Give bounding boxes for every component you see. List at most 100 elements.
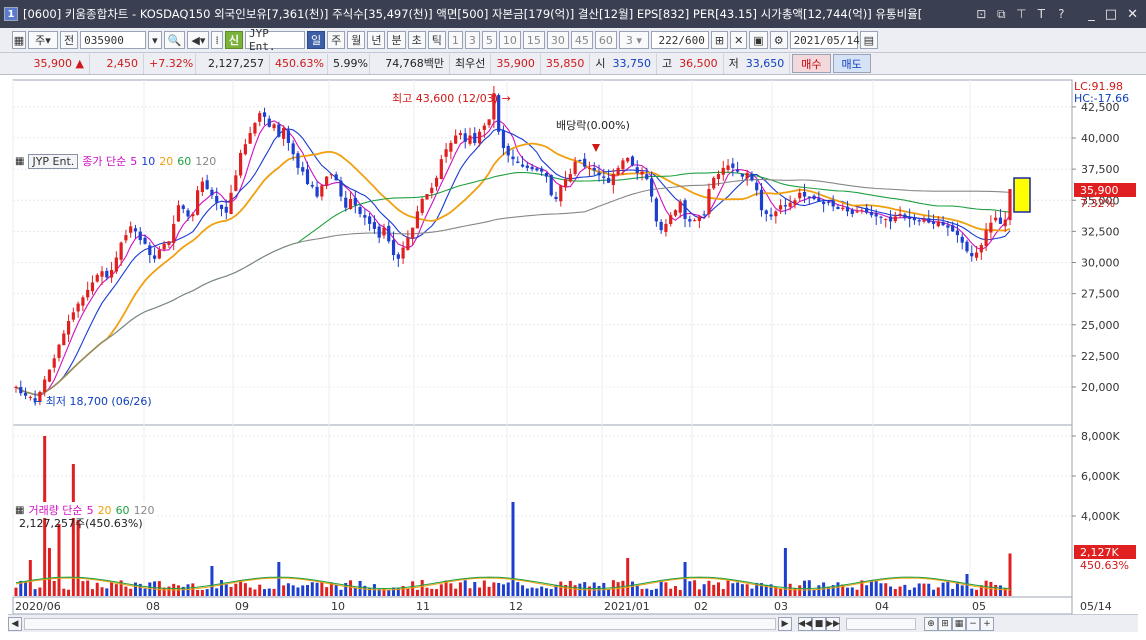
fast-forward-icon[interactable]: ▶▶ bbox=[826, 616, 840, 631]
minute-option-10[interactable]: 10 bbox=[498, 31, 521, 49]
volume-bar bbox=[951, 588, 955, 596]
tab-period-minute[interactable]: 분 bbox=[387, 31, 406, 49]
calendar-icon[interactable]: ▤ bbox=[859, 31, 878, 49]
stock-legend-name[interactable]: JYP Ent. bbox=[28, 153, 79, 169]
time-label: 05/14 bbox=[1080, 600, 1112, 613]
volume-bar bbox=[716, 582, 720, 596]
tab-period-month[interactable]: 월 bbox=[347, 31, 366, 49]
volume-bar bbox=[272, 588, 276, 596]
sell-button[interactable]: 매도 bbox=[832, 54, 871, 73]
candle-body bbox=[826, 201, 831, 203]
time-label: 10 bbox=[331, 600, 345, 613]
market-type-select[interactable]: 주 ▾ bbox=[28, 31, 58, 49]
stop-icon[interactable]: ■ bbox=[812, 616, 826, 631]
candle-body bbox=[927, 218, 931, 223]
font-icon[interactable]: T bbox=[1034, 7, 1048, 22]
add-indicator-icon[interactable]: ⊞ bbox=[710, 31, 729, 49]
candle-body bbox=[879, 216, 883, 218]
volume-menu-icon[interactable]: ▦ bbox=[15, 505, 24, 516]
gear-icon[interactable]: ⚙ bbox=[769, 31, 788, 49]
volume-bar bbox=[406, 588, 410, 596]
speaker-icon[interactable]: ◀▾ bbox=[187, 31, 210, 49]
tab-period-day[interactable]: 일 bbox=[306, 31, 326, 49]
scroll-right-icon[interactable]: ▶ bbox=[778, 616, 792, 631]
minute-option-1[interactable]: 1 bbox=[447, 31, 463, 49]
quote-bar: 35,900 ▲ 2,450 +7.32% 2,127,257 450.63% … bbox=[0, 53, 1146, 75]
chart-area[interactable]: 42,500 40,000 37,500 35,000 32,500 30,000 27,5… bbox=[0, 75, 1146, 640]
tab-period-second[interactable]: 초 bbox=[407, 31, 426, 49]
help-icon[interactable]: ? bbox=[1054, 7, 1068, 22]
grid-menu-icon[interactable]: ▦ bbox=[12, 31, 26, 49]
candle-body bbox=[554, 196, 558, 200]
crosshair-icon[interactable]: ✕ bbox=[730, 31, 748, 49]
volume-bar bbox=[487, 586, 491, 596]
candle-body bbox=[573, 161, 577, 174]
zoom-slider[interactable] bbox=[846, 617, 916, 630]
zoom-out-icon[interactable]: − bbox=[966, 616, 980, 631]
tile-icon[interactable]: ▦ bbox=[952, 616, 966, 631]
volume-bar bbox=[57, 524, 61, 596]
candle-body bbox=[286, 130, 290, 143]
data-count-input[interactable]: 222/600 bbox=[650, 31, 709, 49]
minute-option-5[interactable]: 5 bbox=[481, 31, 497, 49]
volume-bar bbox=[286, 583, 290, 596]
candle-body bbox=[243, 144, 247, 155]
volume-bar bbox=[468, 588, 472, 596]
volume-bar bbox=[635, 585, 639, 596]
custom-interval-select[interactable]: 3 ▾ bbox=[618, 31, 649, 49]
minute-option-3[interactable]: 3 bbox=[464, 31, 480, 49]
pin-icon[interactable]: ⊤ bbox=[1014, 7, 1028, 22]
candle-body bbox=[334, 174, 338, 181]
volume-bar bbox=[224, 584, 228, 596]
candle-body bbox=[487, 119, 491, 126]
price-tick-label: 40,000 bbox=[1081, 132, 1120, 145]
zoom-fit-icon[interactable]: ⊞ bbox=[938, 616, 952, 631]
candle-body bbox=[525, 165, 529, 168]
buy-button[interactable]: 매수 bbox=[792, 54, 831, 73]
date-input[interactable]: 2021/05/14 bbox=[789, 31, 860, 49]
maximize-icon[interactable]: □ bbox=[1105, 7, 1117, 22]
scroll-track[interactable] bbox=[24, 617, 776, 630]
tab-period-week[interactable]: 주 bbox=[327, 31, 346, 49]
period-prefix-button[interactable]: 전 bbox=[60, 31, 79, 49]
ma5-legend: 5 bbox=[130, 154, 138, 168]
candle-body bbox=[28, 396, 32, 398]
minute-option-60[interactable]: 60 bbox=[594, 31, 617, 49]
restore-icon[interactable]: ⧉ bbox=[994, 7, 1008, 22]
candle-body bbox=[152, 255, 157, 259]
candle-body bbox=[415, 211, 420, 229]
minimize-icon[interactable]: _ bbox=[1088, 7, 1095, 22]
minute-option-45[interactable]: 45 bbox=[570, 31, 593, 49]
stock-name-field[interactable]: JYP Ent. bbox=[244, 27, 305, 53]
legend-menu-icon[interactable]: ▦ bbox=[15, 156, 24, 167]
tab-period-tick[interactable]: 틱 bbox=[427, 31, 446, 49]
stock-code-dropdown-icon[interactable]: ▾ bbox=[148, 31, 162, 49]
price-tick-label: 20,000 bbox=[1081, 381, 1120, 394]
time-label: 12 bbox=[509, 600, 523, 613]
tab-period-year[interactable]: 년 bbox=[367, 31, 386, 49]
settings-small-icon[interactable]: ⁞ bbox=[211, 31, 223, 49]
link-icon[interactable]: ⊡ bbox=[974, 7, 988, 22]
rewind-icon[interactable]: ◀◀ bbox=[798, 616, 812, 631]
stock-code-input[interactable]: 035900 bbox=[80, 31, 147, 49]
save-icon[interactable]: ▣ bbox=[749, 31, 768, 49]
candle-body bbox=[325, 176, 329, 186]
candle-body bbox=[430, 187, 434, 194]
minute-option-15[interactable]: 15 bbox=[522, 31, 545, 49]
high-price: 36,500 bbox=[674, 53, 724, 74]
minute-option-30[interactable]: 30 bbox=[546, 31, 569, 49]
zoom-reset-icon[interactable]: ⊕ bbox=[924, 616, 938, 631]
volume-bar bbox=[607, 589, 611, 596]
volume-bar bbox=[798, 585, 802, 596]
search-icon[interactable]: 🔍 bbox=[163, 31, 186, 49]
volume-bar bbox=[129, 588, 133, 596]
volume-bar bbox=[454, 588, 458, 596]
zoom-in-icon[interactable]: + bbox=[980, 616, 994, 631]
data-count-max: /600 bbox=[678, 33, 705, 47]
candle-body bbox=[43, 379, 47, 392]
volume-bar bbox=[912, 587, 916, 596]
scroll-left-icon[interactable]: ◀ bbox=[8, 616, 22, 631]
candle-body bbox=[841, 207, 845, 209]
volume-bar bbox=[998, 585, 1002, 596]
close-icon[interactable]: ✕ bbox=[1127, 7, 1138, 22]
